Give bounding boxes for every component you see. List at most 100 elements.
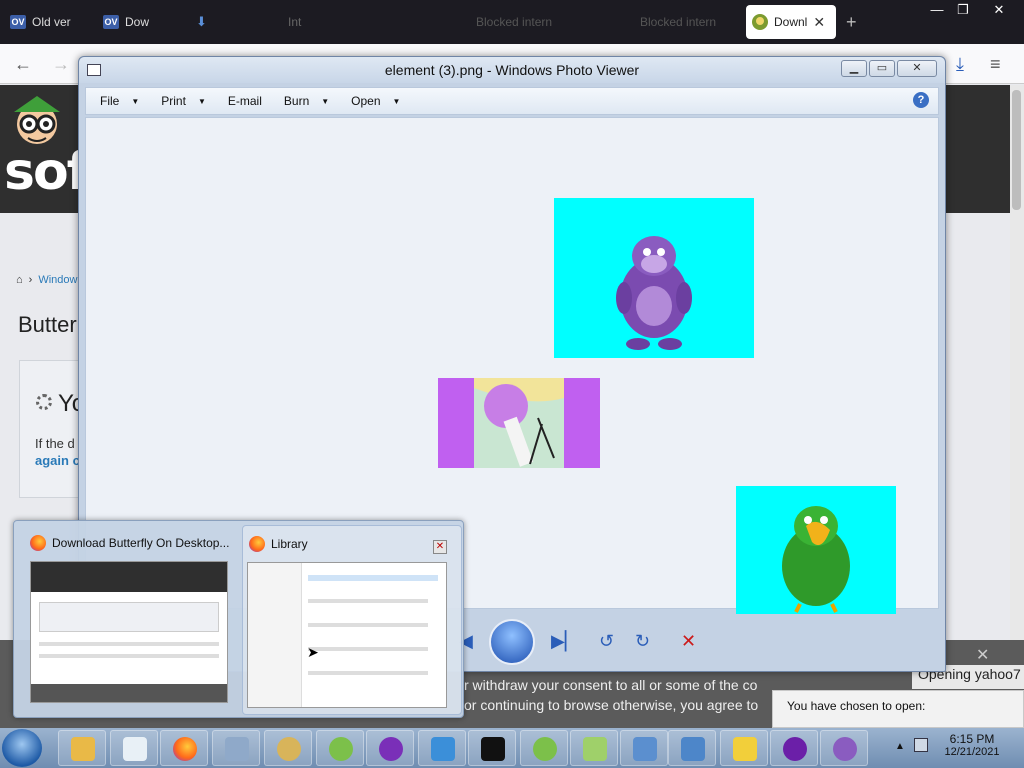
tab-active-download[interactable]: Downl ✕ [746, 5, 836, 39]
computer-icon [633, 737, 657, 761]
tab-blocked-1[interactable]: Blocked intern [476, 6, 566, 38]
next-icon[interactable]: ▶▏ [551, 631, 579, 652]
close-tab-icon[interactable]: ✕ [813, 14, 825, 31]
ov-icon: OV [10, 15, 26, 29]
tab-label: Downl [774, 15, 808, 29]
taskbar-app-12[interactable] [620, 730, 668, 766]
clock-date: 12/21/2021 [944, 746, 1000, 758]
leaf-icon [533, 737, 557, 761]
taskbar-explorer[interactable] [58, 730, 106, 766]
breadcrumb: ⌂ › Window [16, 274, 77, 286]
forward-arrow-icon[interactable]: → [52, 54, 70, 75]
menu-hamburger-icon[interactable]: ≡ [990, 54, 1001, 75]
maximize-icon[interactable]: ▭ [869, 60, 895, 77]
tor-icon [379, 737, 403, 761]
leaf-icon [329, 737, 353, 761]
taskbar-messenger[interactable] [418, 730, 466, 766]
menu-label: Open [351, 94, 381, 108]
photo-viewer-titlebar[interactable]: element (3).png - Windows Photo Viewer ▁… [79, 57, 945, 83]
help-icon [733, 737, 757, 761]
people-icon [431, 737, 455, 761]
download-again-link[interactable]: again c [35, 453, 80, 468]
back-arrow-icon[interactable]: ← [14, 54, 32, 75]
help-icon[interactable]: ? [913, 92, 929, 108]
taskbar-photo-viewer[interactable] [668, 730, 716, 766]
show-hidden-icons-arrow-icon[interactable]: ▲ [895, 741, 905, 752]
photo-viewer-controls: ◀ ▶▏ ↺ ↻ ✕ [459, 619, 919, 665]
preview-title-text: Download Butterfly On Desktop... [52, 536, 230, 550]
close-icon[interactable]: ✕ [982, 0, 1016, 20]
browser-tab-bar: OV Old ver OV Dow ⬇ Int Blocked intern B… [0, 0, 1024, 44]
preview-thumbnail [30, 561, 228, 703]
tab-downloads[interactable]: ⬇ [196, 6, 216, 38]
page-scrollbar-thumb[interactable] [1012, 90, 1021, 210]
tab-int[interactable]: Int [288, 6, 318, 38]
system-clock[interactable]: 6:15 PM 12/21/2021 [930, 732, 1014, 758]
cookie-text-line-1: r withdraw your consent to all or some o… [464, 677, 758, 693]
breadcrumb-windows-link[interactable]: Window [38, 274, 77, 286]
taskbar-app-4[interactable] [212, 730, 260, 766]
dropdown-arrow-icon: ▼ [321, 96, 330, 106]
open-file-dialog: You have chosen to open: [772, 690, 1024, 728]
folder-icon [71, 737, 95, 761]
download-box-text: If the d [35, 436, 75, 451]
page-title: Butter [18, 312, 77, 337]
window-title: element (3).png - Windows Photo Viewer [384, 62, 640, 78]
download-icon: ⬇ [196, 14, 207, 29]
close-icon[interactable]: ✕ [433, 540, 447, 554]
taskbar-app-10[interactable] [520, 730, 568, 766]
ov-icon: OV [103, 15, 119, 29]
minimize-icon[interactable]: ▁ [841, 60, 867, 77]
tab-label: Blocked intern [640, 15, 717, 29]
dropdown-arrow-icon: ▼ [392, 96, 401, 106]
taskbar-notepad[interactable] [110, 730, 158, 766]
taskbar-app-11[interactable] [570, 730, 618, 766]
tab-download[interactable]: OV Dow [103, 6, 163, 38]
taskbar-firefox[interactable] [160, 730, 208, 766]
photo-icon [681, 737, 705, 761]
preview-download-butterfly[interactable]: Download Butterfly On Desktop... [14, 521, 242, 717]
dropdown-arrow-icon: ▼ [131, 96, 140, 106]
taskbar-yahoo[interactable] [770, 730, 818, 766]
gear-icon [225, 737, 249, 761]
yahoo-icon [783, 737, 807, 761]
green-parrot-image [736, 486, 896, 614]
taskbar-tor[interactable] [366, 730, 414, 766]
taskbar-bonzi[interactable] [820, 730, 868, 766]
menu-open[interactable]: Open ▼ [351, 94, 400, 108]
photo-viewer-menubar: File ▼ Print ▼ E-mail Burn ▼ Open ▼ [85, 87, 939, 115]
taskbar-thumbnail-previews: Download Butterfly On Desktop... Library… [13, 520, 464, 718]
taskbar-help[interactable] [720, 730, 768, 766]
delete-icon[interactable]: ✕ [681, 631, 696, 652]
restore-icon[interactable]: ❐ [946, 0, 980, 20]
taskbar-app-5[interactable] [264, 730, 312, 766]
loading-spinner-icon [36, 394, 52, 410]
taskbar-cmd[interactable] [468, 730, 516, 766]
slideshow-button[interactable] [489, 619, 535, 665]
new-tab-button[interactable]: + [846, 12, 857, 33]
preview-title: Library [249, 536, 308, 552]
menu-print[interactable]: Print ▼ [161, 94, 206, 108]
rotate-left-icon[interactable]: ↺ [599, 631, 614, 652]
close-icon[interactable]: ✕ [897, 60, 937, 77]
taskbar-app-6[interactable] [316, 730, 364, 766]
rotate-right-icon[interactable]: ↻ [635, 631, 650, 652]
mouse-cursor-icon: ➤ [307, 644, 319, 660]
tab-blocked-2[interactable]: Blocked intern [640, 6, 736, 38]
close-icon[interactable]: ✕ [976, 645, 989, 665]
tab-label: Int [288, 15, 302, 29]
chevron-right-icon: › [28, 274, 33, 286]
menu-email[interactable]: E-mail [228, 94, 262, 108]
preview-library[interactable]: Library ✕ [242, 525, 462, 715]
downloads-icon[interactable]: ⤓ [956, 54, 964, 75]
tab-old-versions[interactable]: OV Old ver [10, 6, 98, 38]
lollipop-character-image [438, 378, 600, 468]
menu-burn[interactable]: Burn ▼ [284, 94, 329, 108]
home-icon[interactable]: ⌂ [16, 274, 23, 286]
cookie-text-line-2: or continuing to browse otherwise, you a… [464, 697, 759, 713]
windows-taskbar [0, 728, 1024, 768]
dropdown-arrow-icon: ▼ [197, 96, 206, 106]
network-icon[interactable] [914, 738, 928, 752]
start-button[interactable] [2, 729, 42, 767]
menu-file[interactable]: File ▼ [100, 94, 139, 108]
